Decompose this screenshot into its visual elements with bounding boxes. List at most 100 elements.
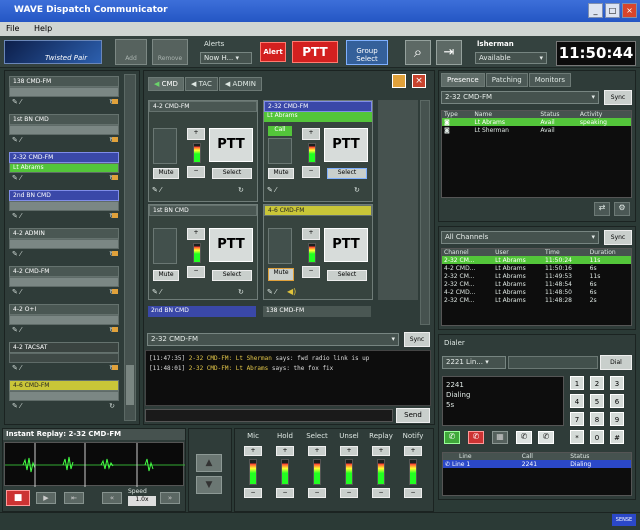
select-button[interactable]: Select — [327, 270, 367, 281]
mixer-up-button[interactable]: + — [404, 446, 422, 456]
stop-icon[interactable]: ■ — [6, 490, 30, 506]
answer-call-icon[interactable]: ✆ — [444, 431, 460, 444]
presence-action-icon[interactable]: ⇄ — [594, 202, 610, 216]
volume-down-button[interactable]: − — [302, 266, 320, 278]
table-row[interactable]: 2-32 CM... Lt Abrams 11:50:24 11s — [442, 256, 631, 264]
volume-down-button[interactable]: − — [187, 266, 205, 278]
mixer-down-button[interactable]: − — [372, 488, 390, 498]
dial-key-7[interactable]: 7 — [570, 412, 584, 426]
hangup-call-icon[interactable]: ✆ — [468, 431, 484, 444]
channel-item[interactable]: 4-2 TACSAT ✎ ⁄↻ — [9, 342, 119, 377]
dial-key-3[interactable]: 3 — [610, 376, 624, 390]
group-select-button[interactable]: Group Select — [346, 40, 388, 65]
hold-call-icon[interactable]: ▦ — [492, 431, 508, 444]
select-button[interactable]: Select — [327, 168, 367, 179]
activity-sync-button[interactable]: Sync — [604, 230, 632, 245]
transfer-call-icon[interactable]: ✆ — [516, 431, 532, 444]
close-icon[interactable]: × — [622, 3, 637, 18]
mic-icon[interactable]: ✎ ⁄ — [12, 136, 21, 144]
presence-sync-button[interactable]: Sync — [604, 90, 632, 105]
speaker-icon[interactable]: ↻ — [354, 186, 360, 194]
send-button[interactable]: Send — [396, 408, 430, 423]
mic-icon[interactable]: ✎ ⁄ — [12, 98, 21, 106]
tile-channel-name[interactable]: 2nd BN CMD — [148, 306, 256, 317]
mic-icon[interactable]: ✎ ⁄ — [152, 186, 161, 194]
chat-channel-select[interactable]: 2-32 CMD-FM ▾ — [147, 333, 399, 346]
chat-input[interactable] — [145, 409, 393, 422]
mixer-down-button[interactable]: − — [340, 488, 358, 498]
scroll-down-icon[interactable]: ▼ — [196, 476, 222, 494]
volume-up-button[interactable]: + — [187, 228, 205, 240]
mic-icon[interactable]: ✎ ⁄ — [12, 364, 21, 372]
mixer-up-button[interactable]: + — [276, 446, 294, 456]
mute-button[interactable]: Mute — [268, 168, 294, 179]
tile-ptt-button[interactable]: PTT — [324, 128, 368, 162]
presence-channel-select[interactable]: 2-32 CMD-FM ▾ — [441, 91, 599, 104]
channel-list-scrollbar[interactable] — [124, 74, 136, 421]
mic-icon[interactable]: ✎ ⁄ — [12, 174, 21, 182]
call-line-row[interactable]: ✆ Line 1 2241 Dialing — [443, 460, 631, 468]
dial-key-8[interactable]: 8 — [590, 412, 604, 426]
presence-settings-icon[interactable]: ⚙ — [614, 202, 630, 216]
table-row[interactable]: 2-32 CM... Lt Abrams 11:49:53 11s — [442, 272, 631, 280]
status-select[interactable]: Available ▾ — [475, 52, 547, 64]
tile-ptt-button[interactable]: PTT — [209, 128, 253, 162]
table-row[interactable]: 2-32 CM... Lt Abrams 11:48:54 6s — [442, 280, 631, 288]
dial-key-9[interactable]: 9 — [610, 412, 624, 426]
play-icon[interactable]: ▶ — [36, 492, 56, 504]
dial-key-star[interactable]: * — [570, 430, 584, 444]
volume-down-button[interactable]: − — [187, 166, 205, 178]
channel-item[interactable]: 4-2 CMD-FM ✎ ⁄↻ — [9, 266, 119, 301]
speaker-icon[interactable]: ↻ — [238, 186, 244, 194]
mixer-down-button[interactable]: − — [404, 488, 422, 498]
maximize-icon[interactable]: □ — [605, 3, 620, 18]
mixer-down-button[interactable]: − — [244, 488, 262, 498]
folder-icon[interactable] — [392, 74, 406, 88]
table-row[interactable]: 4-2 CMD... Lt Abrams 11:48:50 6s — [442, 288, 631, 296]
menu-file[interactable]: File — [6, 24, 19, 33]
mute-button[interactable]: Mute — [153, 270, 179, 281]
dial-key-1[interactable]: 1 — [570, 376, 584, 390]
channel-item[interactable]: 2nd BN CMD ✎ ⁄↻ — [9, 190, 119, 225]
dial-button[interactable]: Dial — [600, 355, 632, 370]
table-row[interactable]: ◙ Lt Abrams Avail speaking — [442, 118, 631, 126]
activity-filter-select[interactable]: All Channels ▾ — [441, 231, 599, 244]
tile-ptt-button[interactable]: PTT — [209, 228, 253, 262]
rewind-icon[interactable]: ⇤ — [64, 492, 84, 504]
mic-icon[interactable]: ✎ ⁄ — [12, 250, 21, 258]
scroll-up-icon[interactable]: ▲ — [196, 454, 222, 472]
mixer-up-button[interactable]: + — [372, 446, 390, 456]
mixer-up-button[interactable]: + — [308, 446, 326, 456]
slower-icon[interactable]: « — [102, 492, 122, 504]
channel-item[interactable]: 4-6 CMD-FM ✎ ⁄ ↻ — [9, 380, 119, 415]
close-group-icon[interactable]: × — [412, 74, 426, 88]
mic-icon[interactable]: ✎ ⁄ — [152, 288, 161, 296]
mic-icon[interactable]: ✎ ⁄ — [12, 326, 21, 334]
tab-patching[interactable]: Patching — [485, 73, 528, 87]
dial-key-hash[interactable]: # — [610, 430, 624, 444]
volume-down-button[interactable]: − — [302, 166, 320, 178]
tile-channel-name[interactable]: 138 CMD-FM — [263, 306, 371, 317]
channel-item[interactable]: 1st BN CMD ✎ ⁄↻ — [9, 114, 119, 149]
alert-button[interactable]: Alert — [260, 42, 286, 62]
channel-item[interactable]: 4-2 ADMIN ✎ ⁄↻ — [9, 228, 119, 263]
muted-speaker-icon[interactable]: ◀) — [287, 287, 296, 296]
mixer-down-button[interactable]: − — [308, 488, 326, 498]
speaker-icon[interactable]: ↻ — [238, 288, 244, 296]
channel-item-active[interactable]: 2-32 CMD-FMLt Abrams ✎ ⁄↻ — [9, 152, 119, 187]
mic-icon[interactable]: ✎ ⁄ — [12, 288, 21, 296]
dial-key-2[interactable]: 2 — [590, 376, 604, 390]
dialer-input[interactable] — [508, 356, 598, 369]
mixer-up-button[interactable]: + — [244, 446, 262, 456]
tab-cmd[interactable]: ◀ CMD — [148, 77, 184, 91]
channel-item[interactable]: 138 CMD-FM ✎ ⁄↻ — [9, 76, 119, 111]
table-row[interactable]: ◙ Lt Sherman Avail — [442, 126, 631, 134]
tab-presence[interactable]: Presence — [441, 73, 485, 87]
tile-scrollbar[interactable] — [420, 100, 430, 325]
conference-call-icon[interactable]: ✆ — [538, 431, 554, 444]
add-button[interactable]: Add — [115, 39, 147, 65]
mixer-down-button[interactable]: − — [276, 488, 294, 498]
dial-key-5[interactable]: 5 — [590, 394, 604, 408]
table-row[interactable]: 4-2 CMD... Lt Abrams 11:50:16 6s — [442, 264, 631, 272]
tab-tac[interactable]: ◀ TAC — [184, 77, 218, 91]
